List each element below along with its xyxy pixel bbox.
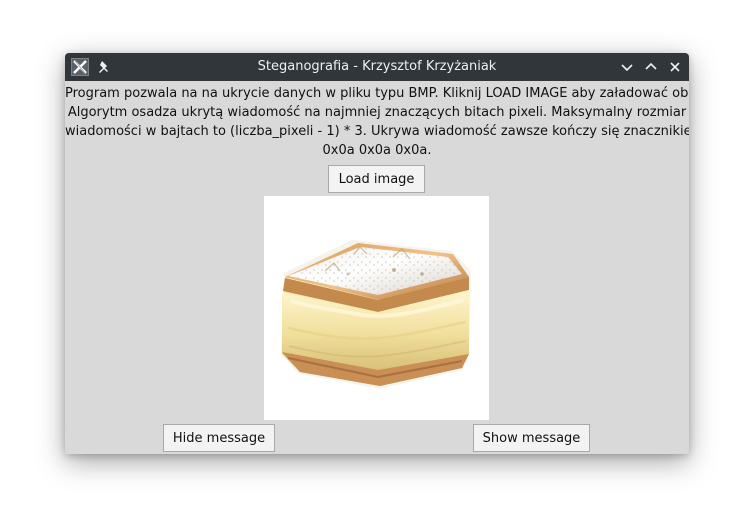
- x-window-icon: [71, 58, 89, 76]
- show-message-button[interactable]: Show message: [473, 424, 590, 452]
- chevron-down-icon[interactable]: [618, 58, 636, 76]
- program-description: Program pozwala na na ukrycie danych w p…: [65, 84, 689, 160]
- window-title: Steganografia - Krzysztof Krzyżaniak: [257, 59, 497, 74]
- cream-pastry-image: [264, 196, 489, 420]
- description-line: 0x0a 0x0a 0x0a.: [322, 143, 432, 158]
- description-line: Program pozwala na na ukrycie danych w p…: [65, 86, 689, 101]
- close-icon[interactable]: [666, 58, 684, 76]
- pin-icon[interactable]: [95, 57, 113, 77]
- loaded-image-preview: [264, 196, 489, 420]
- description-line: Algorytm osadza ukrytą wiadomość na najm…: [67, 105, 687, 120]
- description-line: wiadomości w bajtach to (liczba_pixeli -…: [65, 124, 689, 139]
- hide-message-button[interactable]: Hide message: [163, 424, 275, 452]
- window-content: Program pozwala na na ukrycie danych w p…: [65, 81, 689, 454]
- load-image-button[interactable]: Load image: [328, 165, 425, 193]
- steganography-window: Steganografia - Krzysztof Krzyżaniak Pro…: [65, 53, 689, 454]
- chevron-up-icon[interactable]: [642, 58, 660, 76]
- window-titlebar[interactable]: Steganografia - Krzysztof Krzyżaniak: [65, 53, 689, 81]
